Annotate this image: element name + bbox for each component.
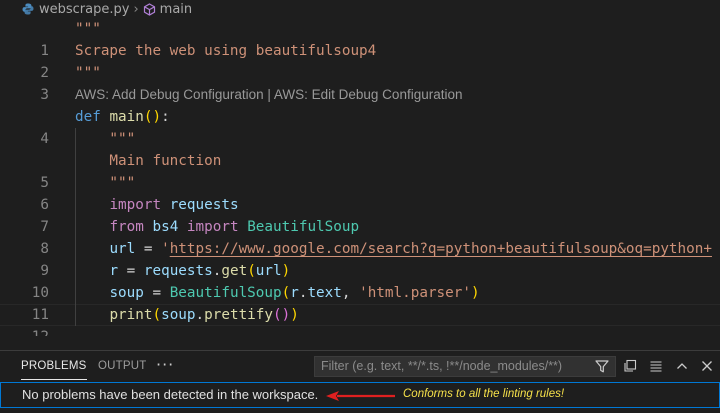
- more-icon[interactable]: ···: [156, 351, 174, 381]
- code-text: import requests: [109, 197, 239, 213]
- annotation-note: Conforms to all the linting rules!: [403, 388, 565, 400]
- code-line[interactable]: 11 r = requests.get(url): [0, 260, 720, 323]
- breadcrumb-file[interactable]: webscrape.py: [39, 2, 129, 17]
- code-lens: AWS: Add Debug Configuration | AWS: Edit…: [0, 84, 720, 106]
- code-text: """: [75, 131, 136, 147]
- code-line[interactable]: 12 soup = BeautifulSoup(r.text, 'html.pa…: [0, 282, 720, 336]
- code-editor[interactable]: 1 """ 2 Scrape the web using beautifulso…: [0, 18, 720, 336]
- red-arrow-annotation: [326, 391, 395, 401]
- panel-tabs: PROBLEMS OUTPUT ··· Filter (e.g. text, *…: [0, 351, 720, 381]
- code-text: """: [75, 65, 101, 81]
- copy-icon[interactable]: [623, 359, 637, 373]
- tab-output[interactable]: OUTPUT: [98, 351, 146, 381]
- code-line[interactable]: 10 url = 'https://www.google.com/search?…: [0, 238, 720, 301]
- code-text: """: [75, 21, 101, 37]
- code-text: r = requests.get(url): [109, 263, 291, 279]
- close-icon[interactable]: [700, 359, 714, 373]
- code-line[interactable]: 4 def main():: [0, 106, 720, 147]
- code-line[interactable]: 9 from bs4 import BeautifulSoup: [0, 216, 720, 279]
- tab-problems[interactable]: PROBLEMS: [21, 351, 87, 381]
- code-lens-separator: |: [263, 87, 274, 102]
- code-text: Scrape the web using beautifulsoup4: [75, 43, 377, 59]
- collapse-all-icon[interactable]: [649, 359, 663, 373]
- code-text: url = 'https://www.google.com/search?q=p…: [109, 241, 712, 257]
- filter-icon[interactable]: [595, 360, 609, 373]
- code-line[interactable]: 3 """: [0, 62, 720, 103]
- chevron-right-icon: ›: [133, 1, 139, 17]
- code-text: def main():: [75, 109, 170, 125]
- filter-input[interactable]: Filter (e.g. text, **/*.ts, !**/node_mod…: [314, 356, 616, 377]
- code-line[interactable]: 1 """: [0, 18, 720, 59]
- code-text: from bs4 import BeautifulSoup: [109, 219, 360, 235]
- code-line[interactable]: 2 Scrape the web using beautifulsoup4: [0, 40, 720, 81]
- problems-panel: PROBLEMS OUTPUT ··· Filter (e.g. text, *…: [0, 350, 720, 413]
- code-line-current[interactable]: 13 print(soup.prettify()): [0, 304, 720, 326]
- function-symbol-icon: [143, 2, 155, 16]
- filter-placeholder: Filter (e.g. text, **/*.ts, !**/node_mod…: [321, 359, 563, 373]
- code-text: print(soup.prettify()): [109, 307, 299, 323]
- python-file-icon: [22, 3, 34, 15]
- code-text: soup = BeautifulSoup(r.text, 'html.parse…: [109, 285, 480, 301]
- chevron-up-icon[interactable]: [675, 359, 689, 373]
- code-text: Main function: [75, 153, 222, 169]
- aws-add-debug-config-link[interactable]: AWS: Add Debug Configuration: [75, 87, 264, 102]
- no-problems-message: No problems have been detected in the wo…: [22, 387, 319, 402]
- code-text: """: [75, 175, 136, 191]
- breadcrumb-symbol[interactable]: main: [160, 2, 192, 17]
- code-line[interactable]: 6 Main function: [0, 150, 720, 213]
- code-line[interactable]: 7 """: [0, 172, 720, 235]
- problems-message-row[interactable]: No problems have been detected in the wo…: [0, 382, 720, 408]
- code-line[interactable]: 8 import requests: [0, 194, 720, 257]
- code-line[interactable]: 5 """: [0, 128, 720, 191]
- breadcrumb: webscrape.py › main: [0, 0, 720, 18]
- aws-edit-debug-config-link[interactable]: AWS: Edit Debug Configuration: [274, 87, 463, 102]
